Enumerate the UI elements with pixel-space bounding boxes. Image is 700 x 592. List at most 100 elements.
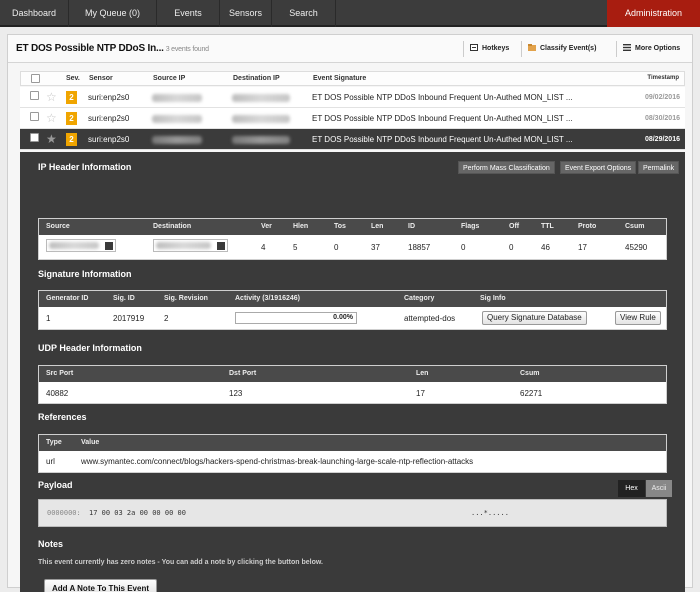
col-src-port: Src Port	[46, 370, 74, 377]
more-options-button[interactable]: More Options	[616, 41, 680, 57]
severity-badge: 2	[66, 112, 77, 125]
ip-header-box: Source Destination Ver Hlen Tos Len ID F…	[38, 218, 667, 260]
destination-ip-redacted	[232, 94, 290, 102]
tab-administration[interactable]: Administration	[607, 0, 700, 27]
query-signature-button[interactable]: Query Signature Database	[482, 311, 587, 325]
udp-len-value: 17	[416, 389, 425, 398]
select-all-checkbox[interactable]	[31, 74, 40, 83]
source-ip-menu-icon[interactable]	[105, 242, 113, 250]
timestamp-cell: 08/29/2016	[644, 136, 680, 143]
hlen-value: 5	[293, 243, 298, 252]
col-tos: Tos	[334, 223, 346, 230]
source-ip-redacted	[152, 115, 202, 123]
col-event-signature: Event Signature	[313, 75, 367, 82]
udp-columns: Src Port Dst Port Len Csum	[39, 366, 666, 382]
col-csum: Csum	[625, 223, 645, 230]
event-panel: ET DOS Possible NTP DDoS In... 3 events f…	[7, 34, 693, 592]
mass-classification-button[interactable]: Perform Mass Classification	[458, 161, 555, 174]
destination-ip-redacted	[232, 115, 290, 123]
destination-ip-menu-icon[interactable]	[217, 242, 225, 250]
folder-icon	[528, 44, 536, 51]
col-ttl: TTL	[541, 223, 554, 230]
col-sig-info: Sig Info	[480, 295, 506, 302]
references-box: Type Value url www.symantec.com/connect/…	[38, 434, 667, 473]
col-destination-ip: Destination IP	[233, 75, 280, 82]
ver-value: 4	[261, 243, 266, 252]
notes-title: Notes	[38, 539, 64, 549]
ascii-toggle[interactable]: Ascii	[646, 480, 672, 497]
references-columns: Type Value	[39, 435, 666, 451]
off-value: 0	[509, 243, 514, 252]
reference-type: url	[46, 457, 55, 466]
destination-ip-redacted	[156, 242, 211, 249]
col-source-ip: Source IP	[153, 75, 186, 82]
col-type: Type	[46, 439, 62, 446]
col-dst-port: Dst Port	[229, 370, 257, 377]
references-title: References	[38, 412, 87, 422]
star-icon[interactable]: ★	[46, 133, 57, 145]
add-note-button[interactable]: Add A Note To This Event	[44, 579, 157, 592]
tab-sensors[interactable]: Sensors	[220, 0, 272, 27]
reference-row: url www.symantec.com/connect/blogs/hacke…	[39, 451, 666, 472]
hex-toggle[interactable]: Hex	[618, 480, 645, 497]
proto-value: 17	[578, 243, 587, 252]
event-detail-pane: IP Header Information Perform Mass Class…	[20, 152, 685, 592]
tab-events[interactable]: Events	[157, 0, 220, 27]
col-category: Category	[404, 295, 435, 302]
source-ip-redacted	[49, 242, 99, 249]
row-checkbox[interactable]	[30, 91, 39, 100]
col-source: Source	[46, 223, 70, 230]
export-options-button[interactable]: Event Export Options	[560, 161, 637, 174]
hotkeys-label: Hotkeys	[482, 45, 510, 52]
signature-title: Signature Information	[38, 269, 132, 279]
udp-header-title: UDP Header Information	[38, 343, 142, 353]
star-icon[interactable]: ☆	[46, 91, 57, 103]
tab-my-queue[interactable]: My Queue (0)	[69, 0, 157, 27]
classify-button[interactable]: Classify Event(s)	[521, 41, 596, 57]
payload-offset: 0000000:	[47, 509, 81, 517]
ip-header-title: IP Header Information	[38, 162, 132, 172]
timestamp-cell: 09/02/2016	[644, 94, 680, 101]
signature-row: 1 2017919 2 0.00% attempted-dos Query Si…	[39, 307, 666, 329]
col-value: Value	[81, 439, 100, 446]
page-title-text: ET DOS Possible NTP DDoS In...	[16, 43, 164, 54]
hotkeys-button[interactable]: Hotkeys	[463, 41, 509, 57]
payload-ascii: ...*.....	[471, 509, 509, 517]
view-rule-button[interactable]: View Rule	[615, 311, 661, 325]
col-len: Len	[371, 223, 384, 230]
panel-header: ET DOS Possible NTP DDoS In... 3 events f…	[8, 35, 692, 63]
reference-link[interactable]: www.symantec.com/connect/blogs/hackers-s…	[81, 457, 473, 466]
table-row[interactable]: ☆ 2 suri:enp2s0 ET DOS Possible NTP DDoS…	[20, 108, 685, 129]
activity-value: 0.00%	[333, 314, 353, 321]
destination-ip-redacted	[232, 136, 290, 144]
col-flags: Flags	[461, 223, 480, 230]
col-sev: Sev.	[66, 75, 80, 82]
event-count: 3 events found	[165, 46, 209, 53]
star-icon[interactable]: ☆	[46, 112, 57, 124]
classify-label: Classify Event(s)	[540, 45, 597, 52]
more-options-label: More Options	[635, 45, 681, 52]
col-sensor: Sensor	[89, 75, 113, 82]
src-port-value: 40882	[46, 389, 69, 398]
udp-row: 40882 123 17 62271	[39, 382, 666, 403]
row-checkbox[interactable]	[30, 112, 39, 121]
table-row-selected[interactable]: ★ 2 suri:enp2s0 ET DOS Possible NTP DDoS…	[20, 129, 685, 150]
col-proto: Proto	[578, 223, 597, 230]
col-activity: Activity (3/1916246)	[235, 295, 300, 302]
permalink-button[interactable]: Permalink	[638, 161, 680, 174]
table-row[interactable]: ☆ 2 suri:enp2s0 ET DOS Possible NTP DDoS…	[20, 87, 685, 108]
sensor-cell: suri:enp2s0	[88, 93, 130, 102]
tab-search[interactable]: Search	[272, 0, 336, 27]
activity-bar: 0.00%	[235, 312, 357, 324]
sensor-cell: suri:enp2s0	[88, 135, 130, 144]
csum-value: 45290	[625, 243, 648, 252]
destination-ip-field[interactable]	[153, 239, 228, 252]
source-ip-field[interactable]	[46, 239, 116, 252]
signature-box: Generator ID Sig. ID Sig. Revision Activ…	[38, 290, 667, 330]
payload-box: 0000000: 17 00 03 2a 00 00 00 00 ...*...…	[38, 499, 667, 527]
keyboard-icon	[470, 44, 478, 51]
signature-cell: ET DOS Possible NTP DDoS Inbound Frequen…	[312, 135, 573, 144]
row-checkbox[interactable]	[30, 133, 39, 142]
tab-dashboard[interactable]: Dashboard	[0, 0, 69, 27]
top-navigation: Dashboard My Queue (0) Events Sensors Se…	[0, 0, 700, 27]
